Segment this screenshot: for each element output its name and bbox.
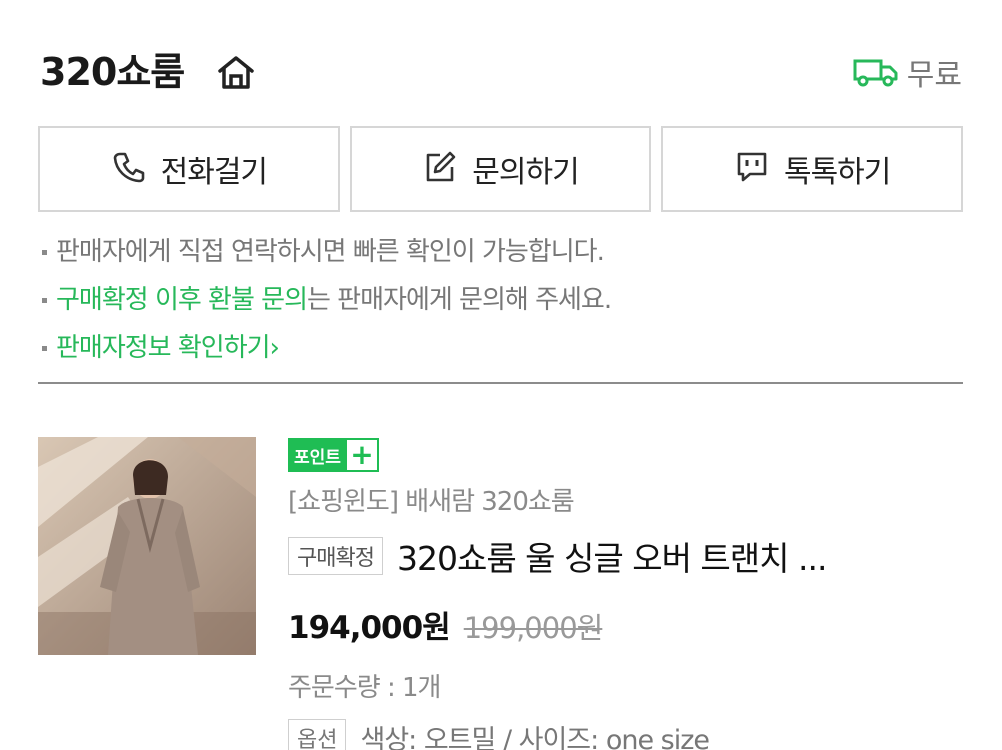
notice-refund: 구매확정 이후 환불 문의는 판매자에게 문의해 주세요.: [42, 276, 962, 324]
chevron-right-icon: ›: [269, 333, 280, 363]
notice-refund-text: 는 판매자에게 문의해 주세요.: [307, 285, 612, 315]
option-text: 색상: 오트밀 / 사이즈: one size: [360, 725, 710, 750]
point-plus-badge: 포인트 +: [288, 438, 379, 472]
shipping-info: 무료: [853, 50, 962, 94]
home-icon[interactable]: [216, 54, 256, 90]
option-badge: 옵션: [288, 718, 347, 750]
product-title[interactable]: 320쇼룸 울 싱글 오버 트랜치 ...: [397, 532, 828, 580]
section-divider: [38, 382, 963, 384]
notice-list: 판매자에게 직접 연락하시면 빠른 확인이 가능합니다. 구매확정 이후 환불 …: [42, 228, 962, 372]
product-title-row: 구매확정 320쇼룸 울 싱글 오버 트랜치 ...: [288, 532, 968, 580]
notice-contact: 판매자에게 직접 연락하시면 빠른 확인이 가능합니다.: [42, 228, 962, 276]
seller-info-link[interactable]: 판매자정보 확인하기›: [42, 324, 962, 372]
refund-inquiry-highlight: 구매확정 이후 환불 문의: [56, 285, 308, 315]
shipping-label: 무료: [906, 58, 962, 93]
order-quantity: 주문수량 : 1개: [288, 673, 441, 703]
notice-contact-text: 판매자에게 직접 연락하시면 빠른 확인이 가능합니다.: [56, 237, 605, 267]
option-row: 옵션 색상: 오트밀 / 사이즈: one size: [288, 718, 968, 750]
seller-info-link-text[interactable]: 판매자정보 확인하기: [56, 333, 271, 363]
talktalk-button[interactable]: 톡톡하기: [661, 126, 964, 212]
point-badge-label: 포인트: [294, 447, 341, 468]
call-button[interactable]: 전화걸기: [38, 126, 340, 212]
phone-icon: [111, 149, 147, 189]
store-name[interactable]: 320쇼룸: [40, 44, 185, 100]
product-thumbnail[interactable]: [38, 437, 256, 655]
sale-price: 194,000원: [288, 610, 451, 646]
plus-icon: +: [346, 440, 377, 470]
talktalk-label: 톡톡하기: [783, 155, 891, 190]
price-row: 194,000원 199,000원: [288, 602, 968, 647]
action-buttons: 전화걸기 문의하기 톡톡하기: [38, 126, 964, 212]
inquiry-label: 문의하기: [472, 155, 579, 190]
truck-icon: [853, 57, 899, 87]
original-price: 199,000원: [463, 611, 604, 645]
chat-icon: [734, 149, 770, 189]
store-header: 320쇼룸 무료: [40, 44, 962, 100]
order-status-badge: 구매확정: [288, 537, 383, 575]
edit-icon: [422, 149, 458, 189]
call-label: 전화걸기: [160, 155, 268, 190]
shop-name[interactable]: [쇼핑윈도] 배새람 320쇼룸: [288, 484, 968, 520]
inquiry-button[interactable]: 문의하기: [349, 126, 652, 212]
product-info: 포인트 + [쇼핑윈도] 배새람 320쇼룸 구매확정 320쇼룸 울 싱글 오…: [288, 438, 968, 750]
